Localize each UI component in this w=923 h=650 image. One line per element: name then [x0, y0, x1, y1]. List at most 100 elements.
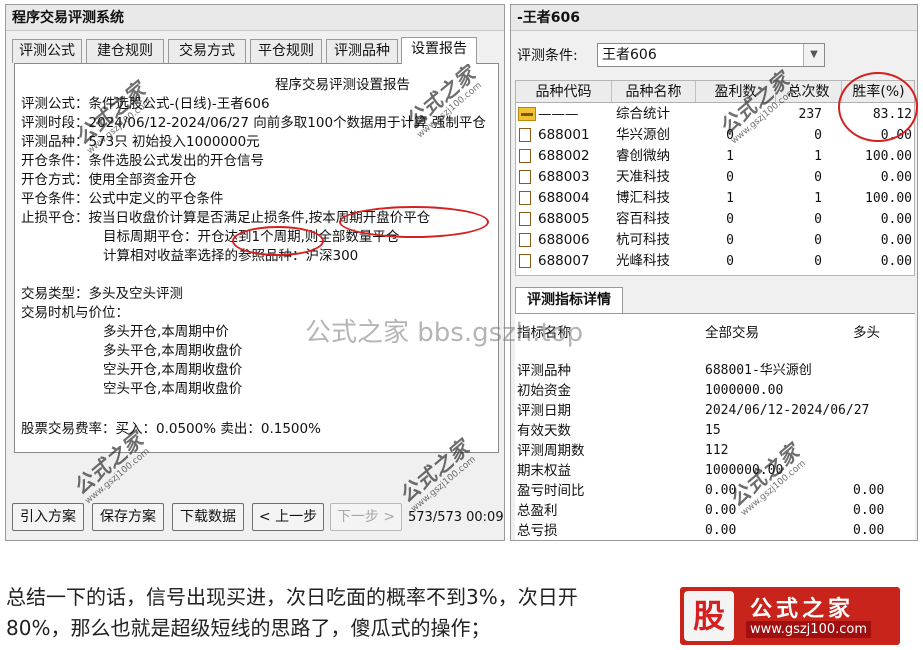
cell-total: 1: [814, 149, 822, 164]
table-row[interactable]: 688007 光峰科技 0 0 0.00: [516, 251, 914, 272]
report-line: 交易时机与价位：: [21, 305, 129, 321]
cell-rate: 0.00: [880, 170, 912, 185]
logo-name: 公式之家: [750, 597, 855, 622]
report-line: 评测品种：573只 初始投入1000000元: [21, 134, 260, 150]
cell-wins: 0: [726, 170, 734, 185]
cell-name: 华兴源创: [616, 127, 670, 143]
bottom-toolbar: 引入方案 保存方案 下载数据 < 上一步 下一步 > 573/573 00:09: [12, 503, 504, 535]
document-icon: [519, 191, 531, 205]
table-row[interactable]: 688004 博汇科技 1 1 100.00: [516, 188, 914, 209]
detail-header-long: 多头: [853, 325, 880, 341]
report-line: 交易类型：多头及空头评测: [21, 286, 183, 302]
detail-value-all: 112: [705, 443, 729, 458]
folder-icon: [518, 107, 536, 121]
table-row[interactable]: 688003 天准科技 0 0 0.00: [516, 167, 914, 188]
detail-value-all: 1000000.00: [705, 383, 784, 398]
save-scheme-button[interactable]: 保存方案: [92, 503, 164, 531]
detail-label: 评测周期数: [517, 443, 585, 459]
prev-step-button[interactable]: < 上一步: [252, 503, 324, 531]
tab-open-rules[interactable]: 建仓规则: [86, 39, 164, 63]
tab-trade-mode[interactable]: 交易方式: [168, 39, 246, 63]
detail-label: 期末权益: [517, 463, 571, 479]
tab-bar: 评测公式 建仓规则 交易方式 平仓规则 评测品种 设置报告: [12, 37, 500, 64]
annotation-ellipse: [838, 72, 918, 142]
report-heading: 程序交易评测设置报告: [275, 77, 410, 93]
detail-label: 评测品种: [517, 363, 571, 379]
detail-value-all: 0.00: [705, 503, 737, 518]
detail-value-all: 0.00: [705, 523, 737, 538]
cell-name: 综合统计: [616, 106, 670, 122]
detail-value-long: 0.00: [853, 503, 885, 518]
condition-label: 评测条件:: [517, 48, 578, 64]
report-line: 空头开仓,本周期收盘价: [103, 362, 243, 378]
cell-code: 688001: [538, 127, 590, 143]
import-scheme-button[interactable]: 引入方案: [12, 503, 84, 531]
tab-instruments[interactable]: 评测品种: [326, 39, 398, 63]
cell-total: 0: [814, 212, 822, 227]
table-row[interactable]: 688006 杭可科技 0 0 0.00: [516, 230, 914, 251]
detail-label: 盈亏时间比: [517, 483, 585, 499]
col-header-name[interactable]: 品种名称: [612, 81, 696, 103]
detail-label: 总盈利: [517, 503, 558, 519]
tab-close-rules[interactable]: 平仓规则: [250, 39, 322, 63]
detail-value-long: 0.00: [853, 483, 885, 498]
cell-wins: 0: [726, 254, 734, 269]
cell-rate: 0.00: [880, 233, 912, 248]
annotation-ellipse: [232, 226, 324, 256]
detail-value-all: 688001-华兴源创: [705, 363, 812, 378]
detail-label: 初始资金: [517, 383, 571, 399]
cell-code: 688002: [538, 148, 590, 164]
cell-wins: 0: [726, 212, 734, 227]
report-line: 平仓条件：公式中定义的平仓条件: [21, 191, 224, 207]
col-header-code[interactable]: 品种代码: [516, 81, 612, 103]
cell-name: 博汇科技: [616, 190, 670, 206]
caption-line: 总结一下的话，信号出现买进，次日吃面的概率不到3%，次日开: [6, 585, 578, 609]
center-watermark: 公式之家 bbs.gszh.top: [305, 318, 584, 348]
cell-name: 睿创微纳: [616, 148, 670, 164]
cell-code: ———: [538, 106, 579, 122]
cell-rate: 0.00: [880, 254, 912, 269]
document-icon: [519, 233, 531, 247]
report-line: 多头开仓,本周期中价: [103, 324, 229, 340]
condition-select[interactable]: 王者606 ▼: [597, 43, 825, 67]
cell-total: 0: [814, 128, 822, 143]
detail-label: 总亏损: [517, 523, 558, 539]
document-icon: [519, 170, 531, 184]
cell-rate: 100.00: [865, 149, 912, 164]
report-line: 空头平仓,本周期收盘价: [103, 381, 243, 397]
document-icon: [519, 128, 531, 142]
tab-formula[interactable]: 评测公式: [12, 39, 82, 63]
detail-header-all: 全部交易: [705, 325, 759, 341]
cell-total: 0: [814, 233, 822, 248]
tab-metric-details[interactable]: 评测指标详情: [515, 287, 623, 313]
document-icon: [519, 212, 531, 226]
result-window-title: -王者606: [511, 5, 917, 31]
detail-value-all: 15: [705, 423, 721, 438]
cell-code: 688005: [538, 211, 590, 227]
condition-value: 王者606: [602, 47, 657, 63]
download-data-button[interactable]: 下载数据: [172, 503, 244, 531]
tab-settings-report[interactable]: 设置报告: [401, 37, 477, 64]
report-line: 计算相对收益率选择的参照品种：沪深300: [103, 248, 359, 264]
article-caption: 总结一下的话，信号出现买进，次日吃面的概率不到3%，次日开 80%，那么也就是超…: [6, 582, 578, 644]
table-row[interactable]: 688002 睿创微纳 1 1 100.00: [516, 146, 914, 167]
cell-name: 光峰科技: [616, 253, 670, 269]
detail-label: 评测日期: [517, 403, 571, 419]
cell-name: 容百科技: [616, 211, 670, 227]
annotation-ellipse: [339, 206, 489, 238]
cell-name: 杭可科技: [616, 232, 670, 248]
cell-code: 688007: [538, 253, 590, 269]
report-line: 开仓条件：条件选股公式发出的开仓信号: [21, 153, 264, 169]
cell-wins: 1: [726, 191, 734, 206]
dropdown-arrow-icon[interactable]: ▼: [803, 44, 824, 66]
report-line: 股票交易费率：买入：0.0500% 卖出：0.1500%: [21, 421, 321, 437]
cell-rate: 100.00: [865, 191, 912, 206]
progress-status: 573/573 00:09: [408, 510, 504, 525]
table-row[interactable]: 688005 容百科技 0 0 0.00: [516, 209, 914, 230]
detail-value-long: 0.00: [853, 523, 885, 538]
cell-total: 237: [798, 107, 822, 122]
next-step-button[interactable]: 下一步 >: [330, 503, 402, 531]
logo-mark: 股: [684, 591, 734, 641]
cell-code: 688003: [538, 169, 590, 185]
report-line: 开仓方式：使用全部资金开仓: [21, 172, 197, 188]
